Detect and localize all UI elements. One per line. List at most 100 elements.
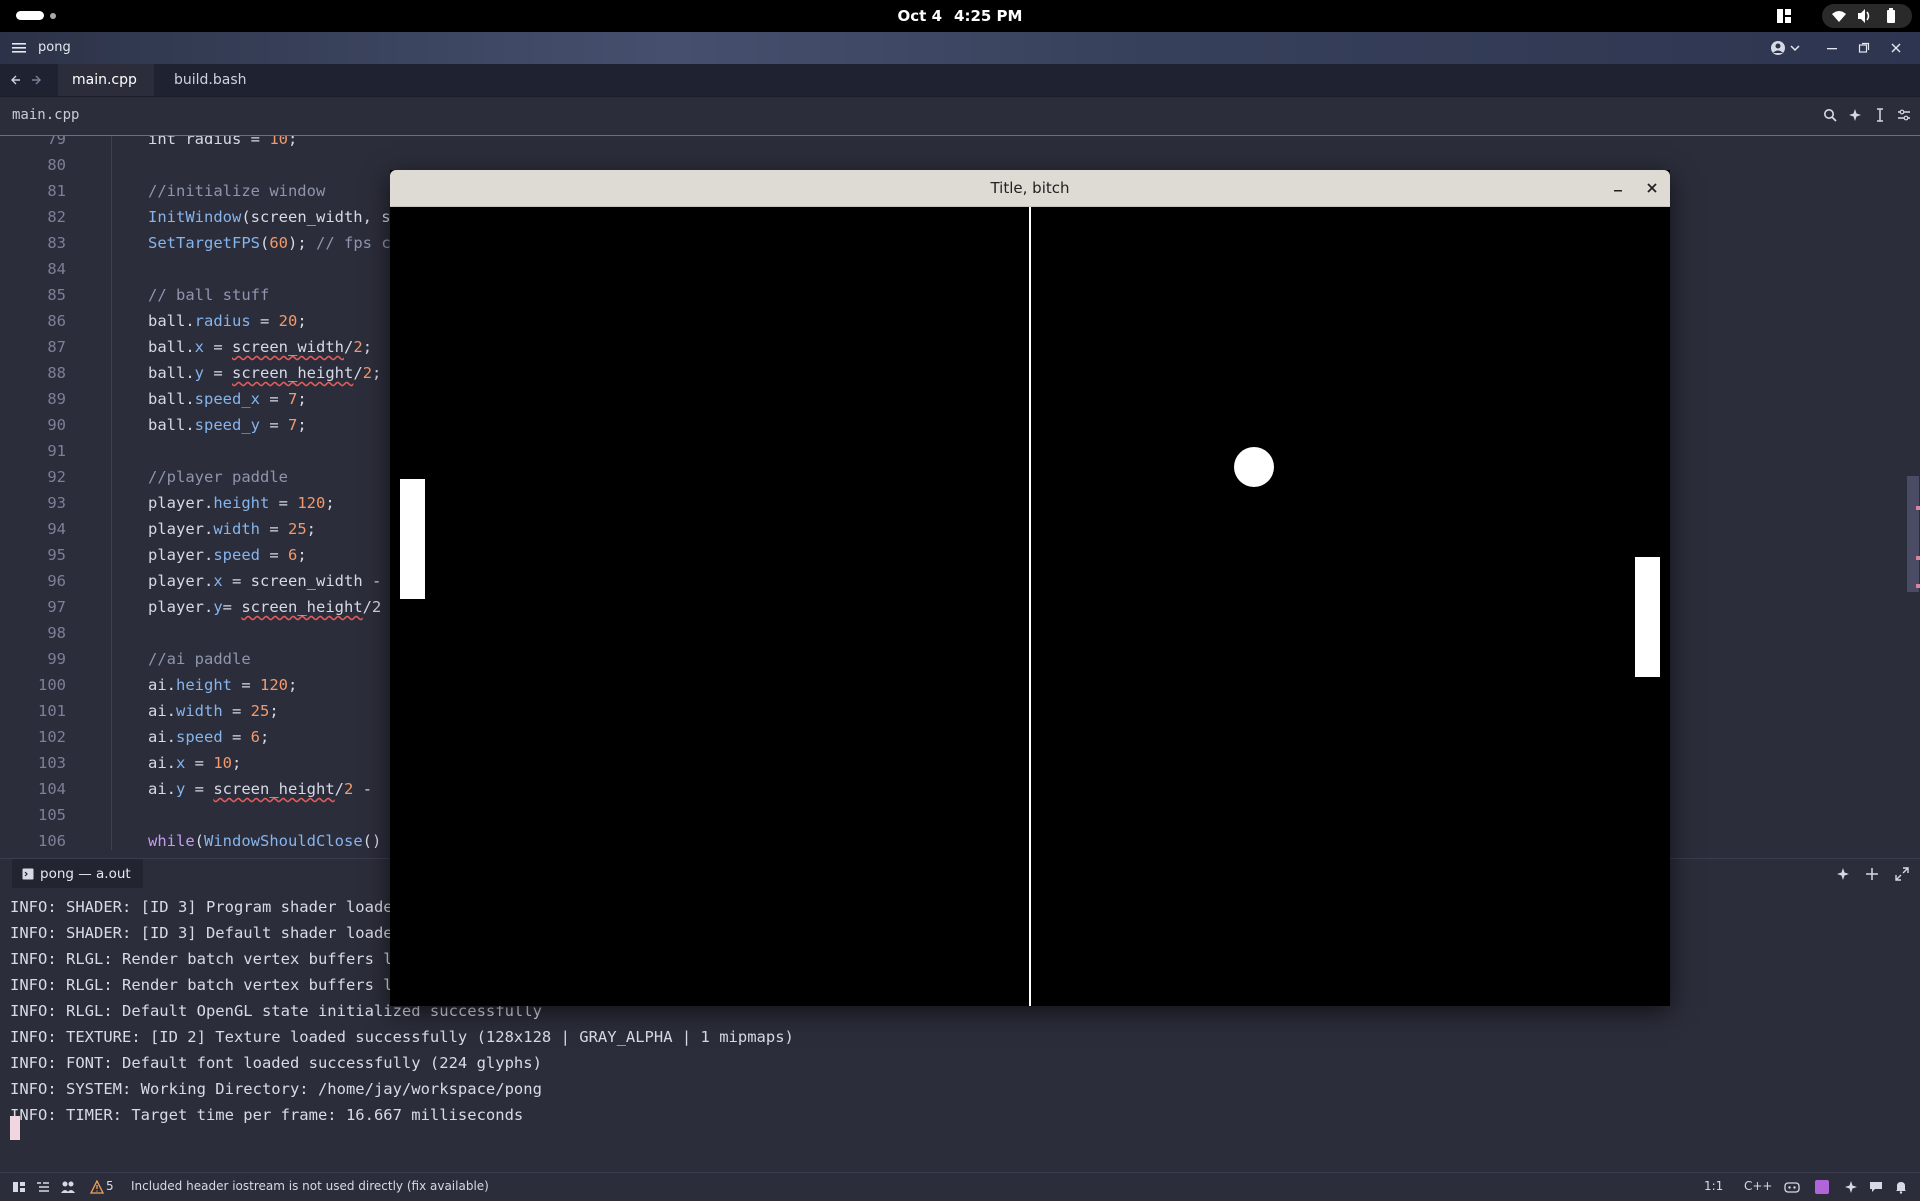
- code-token: 20: [278, 312, 298, 330]
- code-text: int radius = 10;: [148, 136, 297, 152]
- status-bar: 5 Included header iostream is not used d…: [0, 1172, 1920, 1201]
- code-token: ;: [288, 676, 298, 694]
- game-canvas[interactable]: [390, 207, 1670, 1006]
- code-text: // ball stuff: [148, 282, 269, 308]
- code-token: =: [222, 728, 251, 746]
- user-avatar-icon[interactable]: [1770, 40, 1786, 56]
- assistant-icon[interactable]: [1848, 108, 1862, 122]
- code-token: (): [362, 832, 382, 850]
- battery-icon[interactable]: [1883, 8, 1899, 24]
- code-token: 120: [260, 676, 288, 694]
- forward-icon[interactable]: [31, 74, 43, 86]
- code-token: radius: [194, 312, 251, 330]
- code-token: =: [260, 390, 288, 408]
- terminal-line: INFO: TIMER: Target time per frame: 16.6…: [10, 1106, 524, 1124]
- code-token: =: [269, 494, 298, 512]
- code-token: 6: [250, 728, 261, 746]
- chevron-down-icon[interactable]: [1790, 44, 1800, 52]
- assistant-status-icon[interactable]: [1844, 1180, 1858, 1194]
- close-icon[interactable]: [1890, 42, 1902, 54]
- language-selector[interactable]: C++: [1744, 1179, 1773, 1193]
- code-token: ;: [372, 364, 382, 382]
- line-number: 90: [47, 416, 66, 434]
- game-window[interactable]: Title, bitch: [390, 170, 1670, 1006]
- code-token: speed: [213, 546, 260, 564]
- window-title: pong: [38, 40, 71, 55]
- code-token: WindowShouldClose: [204, 832, 363, 850]
- code-token: height: [176, 676, 232, 694]
- line-number: 92: [47, 468, 66, 486]
- outline-icon[interactable]: [36, 1180, 50, 1194]
- code-token: player.: [148, 598, 214, 616]
- code-token: screen_width: [232, 338, 344, 356]
- code-token: 120: [297, 494, 326, 512]
- collaborators-icon[interactable]: [60, 1180, 76, 1194]
- tab-main-cpp[interactable]: main.cpp: [58, 64, 154, 96]
- code-token: ;: [297, 416, 307, 434]
- code-token: int radius =: [148, 136, 270, 148]
- code-token: ai.: [148, 754, 176, 772]
- text-cursor-icon[interactable]: [1873, 108, 1887, 122]
- grid-icon[interactable]: [1776, 8, 1792, 24]
- notification-bell-icon[interactable]: [1894, 1180, 1908, 1194]
- line-number: 87: [47, 338, 66, 356]
- settings-icon[interactable]: [1897, 108, 1911, 122]
- player-paddle: [1635, 557, 1660, 677]
- code-token: = screen_width -: [222, 572, 391, 590]
- line-number: 86: [47, 312, 66, 330]
- menu-icon[interactable]: [12, 41, 26, 55]
- code-line[interactable]: 79 int radius = 10;: [0, 136, 1900, 152]
- code-token: ai.: [148, 702, 176, 720]
- terminal-line: INFO: SYSTEM: Working Directory: /home/j…: [10, 1080, 542, 1098]
- code-token: =: [222, 702, 251, 720]
- center-line: [1029, 207, 1031, 1006]
- clock[interactable]: Oct 4 4:25 PM: [0, 7, 1920, 25]
- search-icon[interactable]: [1823, 108, 1837, 122]
- warning-count[interactable]: 5: [106, 1179, 114, 1193]
- back-icon[interactable]: [9, 74, 21, 86]
- code-text: player.height = 120;: [148, 490, 335, 516]
- code-token: =: [222, 598, 242, 616]
- cursor-position[interactable]: 1:1: [1704, 1179, 1723, 1193]
- copilot-icon[interactable]: [1784, 1180, 1800, 1194]
- game-window-title-bar[interactable]: Title, bitch: [390, 170, 1670, 207]
- maximize-icon[interactable]: [1858, 42, 1870, 54]
- chat-icon[interactable]: [1869, 1180, 1883, 1194]
- code-token: 2: [353, 338, 363, 356]
- wifi-icon[interactable]: [1831, 8, 1847, 24]
- scrollbar-thumb[interactable]: [1907, 476, 1919, 592]
- code-token: ball.: [148, 390, 195, 408]
- code-token: ;: [297, 390, 307, 408]
- code-text: ai.width = 25;: [148, 698, 279, 724]
- game-minimize-icon[interactable]: [1612, 182, 1624, 194]
- tab-build-bash[interactable]: build.bash: [160, 64, 256, 96]
- add-terminal-icon[interactable]: [1865, 867, 1879, 881]
- line-number: 102: [38, 728, 66, 746]
- code-token: ;: [269, 702, 279, 720]
- extension-icon[interactable]: [1815, 1180, 1829, 1194]
- game-close-icon[interactable]: [1646, 182, 1658, 194]
- project-panel-icon[interactable]: [12, 1180, 26, 1194]
- code-token: =: [185, 754, 214, 772]
- code-token: =: [260, 416, 288, 434]
- ai-paddle: [400, 479, 425, 599]
- warning-icon[interactable]: [90, 1180, 104, 1194]
- code-token: //ai paddle: [148, 650, 251, 668]
- volume-icon[interactable]: [1857, 8, 1873, 24]
- code-token: //player paddle: [148, 468, 288, 486]
- editor-scrollbar[interactable]: [1906, 136, 1920, 850]
- terminal-tab[interactable]: pong — a.out: [12, 859, 143, 889]
- breadcrumb-bar: main.cpp: [0, 97, 1920, 136]
- diagnostic-message[interactable]: Included header iostream is not used dir…: [131, 1179, 489, 1193]
- code-token: x: [176, 754, 186, 772]
- code-token: =: [232, 676, 260, 694]
- code-text: ball.x = screen_width/2;: [148, 334, 372, 360]
- code-token: =: [260, 546, 288, 564]
- minimize-icon[interactable]: [1826, 42, 1838, 54]
- terminal-assistant-icon[interactable]: [1836, 867, 1850, 881]
- expand-icon[interactable]: [1895, 867, 1909, 881]
- breadcrumb[interactable]: main.cpp: [12, 107, 79, 123]
- code-token: ai.: [148, 780, 176, 798]
- line-number: 103: [38, 754, 66, 772]
- code-token: 2: [344, 780, 354, 798]
